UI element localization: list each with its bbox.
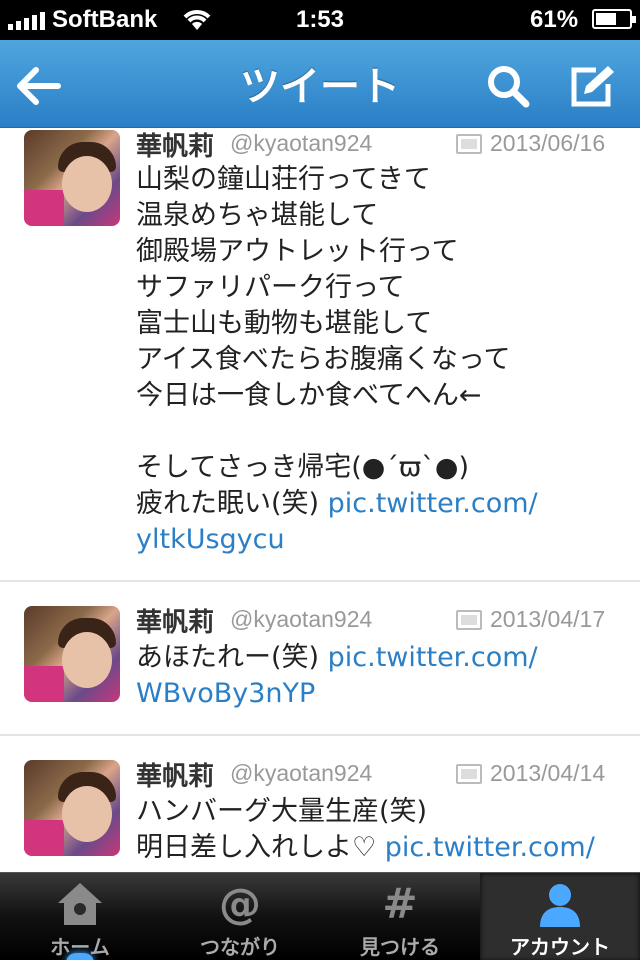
tweet-author-name[interactable]: 華帆莉 [136,602,214,639]
tweet-date: 2013/06/16 [490,130,606,156]
at-icon: @ [219,879,261,928]
tab-label: アカウント [510,935,610,959]
tab-label: 見つける [360,935,440,959]
battery-icon [592,9,636,29]
tweet-author-name[interactable]: 華帆莉 [136,756,214,793]
tab-discover[interactable]: # 見つける [320,873,480,960]
tweet-date: 2013/04/14 [490,760,606,786]
person-icon [480,879,640,929]
status-bar: SoftBank 1:53 61% [0,0,640,40]
tab-label: つながり [200,935,280,959]
tweet-item[interactable]: 華帆莉 @kyaotan924 2013/06/16 山梨の鐘山荘行ってきて 温… [0,128,640,582]
page-title: ツイート [240,64,400,110]
tab-bar: ホーム @ つながり # 見つける アカウント [0,872,640,960]
media-icon [456,610,482,630]
tweet-link[interactable]: pic.twitter.com/ [385,832,595,863]
navigation-bar: ツイート [0,40,640,128]
tweet-text: 山梨の鐘山荘行ってきて 温泉めちゃ堪能して 御殿場アウトレット行って サファリパ… [136,164,538,555]
tab-home[interactable]: ホーム [0,873,160,960]
tweet-text: ハンバーグ大量生産(笑) 明日差し入れしよ♡ pic.twitter.com/ [136,796,595,863]
tweet-text: あほたれー(笑) pic.twitter.com/ WBvoBy3nYP [136,642,538,709]
media-icon [456,134,482,154]
tweet-item[interactable]: 華帆莉 @kyaotan924 2013/04/17 あほたれー(笑) pic.… [0,582,640,736]
battery-percent: 61% [530,6,579,33]
avatar[interactable] [24,606,120,702]
media-icon [456,764,482,784]
tweet-date: 2013/04/17 [490,606,606,632]
tweet-author-handle: @kyaotan924 [230,130,373,156]
avatar[interactable] [24,130,120,226]
tweet-author-handle: @kyaotan924 [230,760,373,786]
avatar[interactable] [24,760,120,856]
unread-indicator [66,953,94,960]
tab-account[interactable]: アカウント [480,873,640,960]
tab-connect[interactable]: @ つながり [160,873,320,960]
tweet-author-handle: @kyaotan924 [230,606,373,632]
home-icon [0,879,160,929]
search-icon[interactable] [484,62,532,110]
tweet-timeline[interactable]: 華帆莉 @kyaotan924 2013/06/16 山梨の鐘山荘行ってきて 温… [0,128,640,872]
compose-icon[interactable] [568,62,616,110]
hash-icon: # [382,879,418,928]
tweet-item[interactable]: 華帆莉 @kyaotan924 2013/04/14 ハンバーグ大量生産(笑) … [0,736,640,872]
tweet-author-name[interactable]: 華帆莉 [136,128,214,163]
